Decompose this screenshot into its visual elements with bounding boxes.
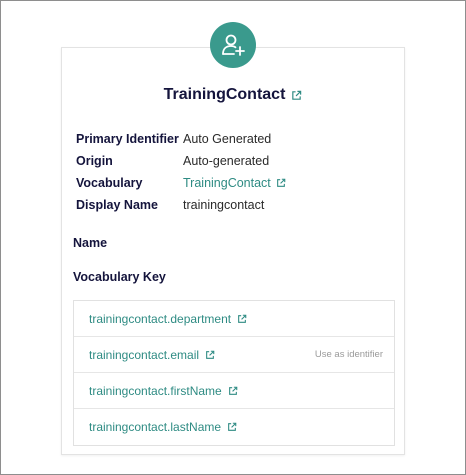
external-link-icon[interactable] [237, 314, 247, 324]
property-row-vocabulary: Vocabulary TrainingContact [76, 172, 286, 194]
property-value: Auto Generated [183, 132, 272, 146]
use-as-identifier-action[interactable]: Use as identifier [315, 349, 383, 360]
vocabulary-key-text[interactable]: trainingcontact.lastName [89, 420, 221, 434]
property-label: Display Name [76, 198, 158, 212]
property-row-primary-identifier: Primary Identifier Auto Generated [76, 128, 286, 150]
vocabulary-key-link[interactable]: trainingcontact.email [89, 348, 215, 362]
list-item: trainingcontact.lastName [74, 409, 394, 445]
external-link-icon[interactable] [227, 422, 237, 432]
vocabulary-key-link[interactable]: trainingcontact.lastName [89, 420, 237, 434]
entity-card: TrainingContact Primary Identifier Auto … [61, 47, 405, 455]
vocabulary-key-section-label: Vocabulary Key [73, 270, 166, 284]
entity-title: TrainingContact [163, 86, 286, 103]
property-label: Primary Identifier [76, 132, 179, 146]
vocabulary-link-text[interactable]: TrainingContact [183, 176, 271, 190]
external-link-icon[interactable] [291, 90, 302, 101]
property-label: Origin [76, 154, 113, 168]
title-row: TrainingContact [62, 86, 404, 104]
list-item: trainingcontact.email Use as identifier [74, 337, 394, 373]
property-value: Auto-generated [183, 154, 270, 168]
user-plus-icon [210, 22, 256, 68]
external-link-icon[interactable] [228, 386, 238, 396]
property-row-display-name: Display Name trainingcontact [76, 194, 286, 216]
properties-list: Primary Identifier Auto Generated Origin… [76, 128, 286, 216]
vocabulary-key-text[interactable]: trainingcontact.email [89, 348, 199, 362]
list-item: trainingcontact.firstName [74, 373, 394, 409]
name-section-label: Name [73, 236, 108, 250]
property-label: Vocabulary [76, 176, 143, 190]
vocabulary-link[interactable]: TrainingContact [183, 176, 286, 190]
list-item: trainingcontact.department [74, 301, 394, 337]
vocabulary-key-link[interactable]: trainingcontact.firstName [89, 384, 238, 398]
vocabulary-key-text[interactable]: trainingcontact.department [89, 312, 231, 326]
vocabulary-key-text[interactable]: trainingcontact.firstName [89, 384, 222, 398]
property-row-origin: Origin Auto-generated [76, 150, 286, 172]
external-link-icon[interactable] [276, 178, 286, 188]
window-frame: TrainingContact Primary Identifier Auto … [0, 0, 466, 475]
property-value: trainingcontact [183, 198, 265, 212]
vocabulary-key-link[interactable]: trainingcontact.department [89, 312, 247, 326]
vocabulary-key-list: trainingcontact.department trainingconta… [73, 300, 395, 446]
external-link-icon[interactable] [205, 350, 215, 360]
